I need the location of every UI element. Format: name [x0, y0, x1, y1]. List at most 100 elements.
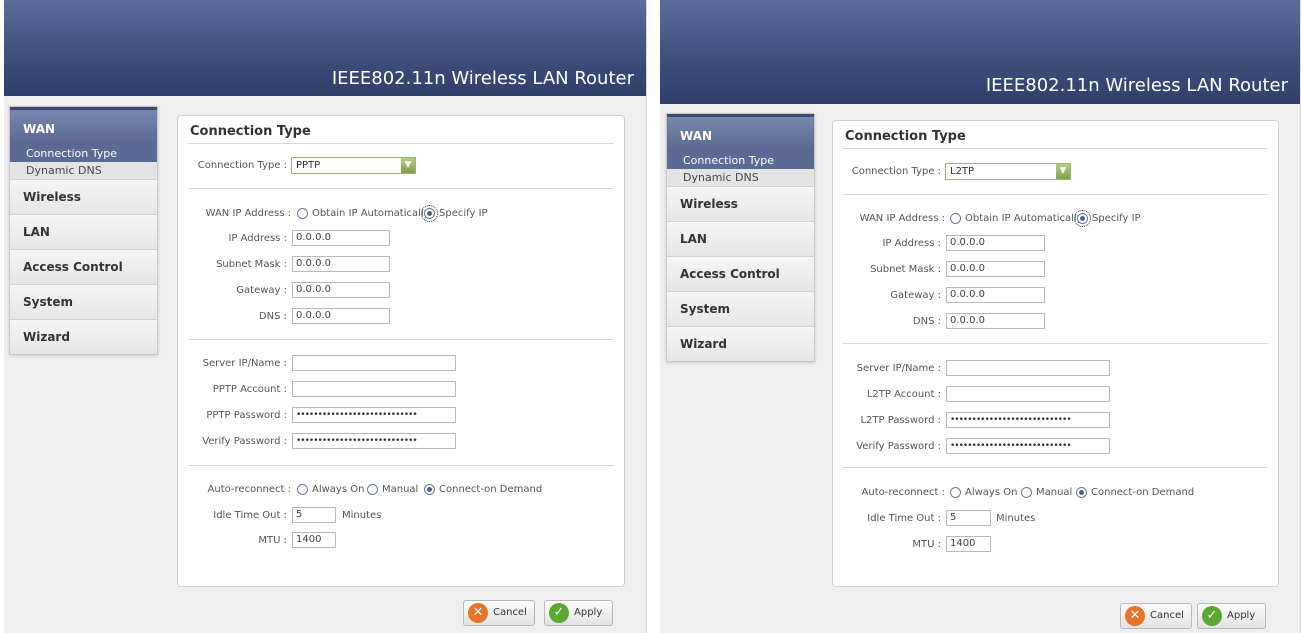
sidebar-item-wireless[interactable]: Wireless	[10, 179, 157, 214]
account-label: L2TP Account :	[866, 389, 941, 400]
sidebar-item-system[interactable]: System	[667, 291, 814, 326]
connection-type-select[interactable]: L2TP ▼	[945, 163, 1071, 180]
subnet-mask-input[interactable]: 0.0.0.0	[946, 261, 1045, 277]
specify-ip-radio[interactable]	[1074, 210, 1091, 227]
sidebar-item-lan[interactable]: LAN	[667, 221, 814, 256]
obtain-ip-radio[interactable]	[950, 213, 961, 224]
gateway-label: Gateway :	[890, 290, 941, 301]
specify-ip-label: Specify IP	[1092, 213, 1141, 224]
connection-type-form: Connection Type Connection Type : L2TP ▼…	[832, 120, 1279, 587]
sidebar-section-wan[interactable]: WAN	[10, 107, 157, 145]
apply-button[interactable]: ✓ Apply	[544, 600, 613, 626]
specify-ip-label: Specify IP	[439, 208, 488, 219]
verify-password-input[interactable]: ••••••••••••••••••••••••••••	[292, 433, 456, 449]
dns-label: DNS :	[258, 311, 287, 322]
router-title: IEEE802.11n Wireless LAN Router	[985, 75, 1288, 96]
manual-label: Manual	[1036, 487, 1073, 498]
server-label: Server IP/Name :	[202, 358, 287, 369]
sidebar-item-lan[interactable]: LAN	[10, 214, 157, 249]
connect-on-demand-radio[interactable]	[1076, 487, 1087, 498]
divider	[843, 148, 1268, 149]
sidebar-item-dynamic-dns[interactable]: Dynamic DNS	[667, 169, 814, 186]
dns-input[interactable]: 0.0.0.0	[946, 313, 1045, 329]
obtain-ip-label: Obtain IP Automatically	[312, 208, 430, 219]
sidebar-item-access-control[interactable]: Access Control	[667, 256, 814, 291]
connect-on-demand-radio[interactable]	[424, 484, 435, 495]
always-on-radio[interactable]	[297, 484, 308, 495]
gateway-input[interactable]: 0.0.0.0	[292, 282, 390, 298]
password-label: L2TP Password :	[860, 415, 941, 426]
form-heading: Connection Type	[190, 124, 311, 139]
account-input[interactable]	[946, 386, 1110, 402]
chevron-down-icon[interactable]: ▼	[1056, 164, 1070, 179]
subnet-mask-label: Subnet Mask :	[870, 264, 941, 275]
password-input[interactable]: ••••••••••••••••••••••••••••	[292, 407, 456, 423]
cancel-icon: ✕	[468, 603, 488, 623]
apply-button[interactable]: ✓ Apply	[1197, 603, 1266, 629]
gateway-label: Gateway :	[236, 285, 287, 296]
cancel-label: Cancel	[493, 607, 527, 618]
server-input[interactable]	[946, 360, 1110, 376]
mtu-label: MTU :	[258, 535, 287, 546]
router-header: IEEE802.11n Wireless LAN Router	[4, 0, 646, 96]
ip-address-label: IP Address :	[228, 233, 287, 244]
verify-password-input[interactable]: ••••••••••••••••••••••••••••	[946, 438, 1110, 454]
wan-ip-label: WAN IP Address :	[859, 213, 945, 224]
connection-type-value: L2TP	[950, 166, 975, 177]
subnet-mask-input[interactable]: 0.0.0.0	[292, 256, 390, 272]
sidebar-section-wan[interactable]: WAN	[667, 114, 814, 152]
idle-timeout-input[interactable]: 5	[946, 510, 991, 526]
always-on-radio[interactable]	[950, 487, 961, 498]
idle-timeout-input[interactable]: 5	[292, 507, 336, 523]
specify-ip-radio[interactable]	[421, 205, 438, 222]
mtu-input[interactable]: 1400	[292, 532, 336, 548]
dns-input[interactable]: 0.0.0.0	[292, 308, 390, 324]
mtu-label: MTU :	[912, 539, 941, 550]
manual-radio[interactable]	[367, 484, 378, 495]
password-input[interactable]: ••••••••••••••••••••••••••••	[946, 412, 1110, 428]
checkmark-icon: ✓	[549, 603, 569, 623]
sidebar-item-dynamic-dns[interactable]: Dynamic DNS	[10, 162, 157, 179]
ip-address-input[interactable]: 0.0.0.0	[946, 235, 1045, 251]
server-input[interactable]	[292, 355, 456, 371]
chevron-down-icon[interactable]: ▼	[401, 158, 415, 173]
connection-type-label: Connection Type :	[197, 160, 287, 171]
password-label: PPTP Password :	[206, 410, 287, 421]
sidebar-item-wizard[interactable]: Wizard	[667, 326, 814, 361]
cancel-icon: ✕	[1125, 606, 1145, 626]
divider	[188, 339, 614, 340]
connection-type-label: Connection Type :	[851, 166, 941, 177]
mtu-input[interactable]: 1400	[946, 536, 991, 552]
sidebar-item-connection-type[interactable]: Connection Type	[10, 145, 157, 162]
cancel-button[interactable]: ✕ Cancel	[1120, 603, 1192, 629]
gateway-input[interactable]: 0.0.0.0	[946, 287, 1045, 303]
form-heading: Connection Type	[845, 129, 966, 144]
apply-label: Apply	[1227, 610, 1256, 621]
sidebar-item-wireless[interactable]: Wireless	[667, 186, 814, 221]
manual-radio[interactable]	[1021, 487, 1032, 498]
cancel-button[interactable]: ✕ Cancel	[463, 600, 535, 626]
account-label: PPTP Account :	[212, 384, 287, 395]
divider	[188, 465, 614, 466]
sidebar-item-connection-type[interactable]: Connection Type	[667, 152, 814, 169]
connect-on-demand-label: Connect-on Demand	[1091, 487, 1195, 498]
sidebar-menu: WAN Connection Type Dynamic DNS Wireless…	[666, 113, 815, 362]
divider	[843, 343, 1268, 344]
ip-address-input[interactable]: 0.0.0.0	[292, 230, 390, 246]
server-label: Server IP/Name :	[856, 363, 941, 374]
account-input[interactable]	[292, 381, 456, 397]
sidebar-item-access-control[interactable]: Access Control	[10, 249, 157, 284]
sidebar-item-wizard[interactable]: Wizard	[10, 319, 157, 354]
sidebar-item-system[interactable]: System	[10, 284, 157, 319]
ip-address-label: IP Address :	[882, 238, 941, 249]
manual-label: Manual	[382, 484, 419, 495]
idle-timeout-label: Idle Time Out :	[213, 510, 287, 521]
right-router-panel: IEEE802.11n Wireless LAN Router WAN Conn…	[660, 0, 1301, 633]
always-on-label: Always On	[965, 487, 1018, 498]
connection-type-select[interactable]: PPTP ▼	[291, 157, 416, 174]
dns-label: DNS :	[912, 316, 941, 327]
connect-on-demand-label: Connect-on Demand	[439, 484, 543, 495]
wan-ip-label: WAN IP Address :	[205, 208, 291, 219]
apply-label: Apply	[574, 607, 603, 618]
obtain-ip-radio[interactable]	[297, 208, 308, 219]
